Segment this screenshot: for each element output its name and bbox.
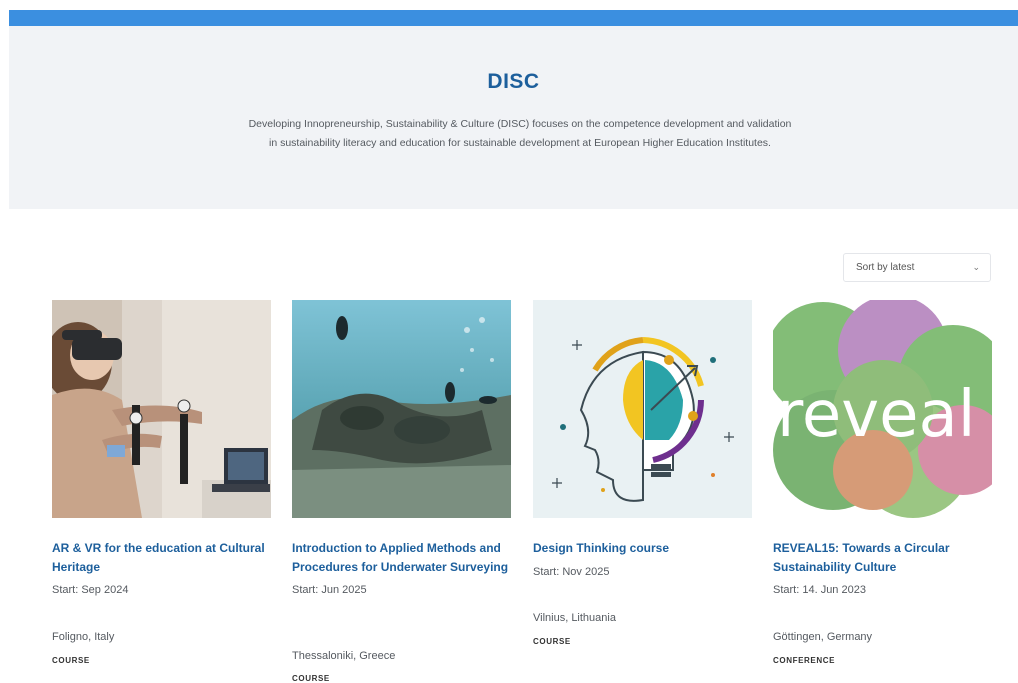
- page-description: Developing Innopreneurship, Sustainabili…: [248, 118, 792, 149]
- hero-section: DISC Developing Innopreneurship, Sustain…: [9, 26, 1018, 209]
- top-accent-bar: [9, 10, 1018, 26]
- card-location: Thessaloniki, Greece: [292, 650, 396, 662]
- event-card[interactable]: Design Thinking course Start: Nov 2025 V…: [533, 300, 752, 646]
- card-image-underwater[interactable]: [292, 300, 511, 518]
- card-start-date: Start: 14. Jun 2023: [773, 584, 866, 596]
- card-start-date: Start: Sep 2024: [52, 584, 129, 596]
- sort-dropdown[interactable]: Sort by latest ⌄: [843, 253, 991, 282]
- page-title: DISC: [487, 70, 540, 93]
- event-card[interactable]: reveal REVEAL15: Towards a Circular Sust…: [773, 300, 992, 665]
- reveal-logo-text: reveal: [777, 378, 976, 452]
- card-type-badge: COURSE: [533, 637, 571, 646]
- lightbulb-head-illustration: [533, 300, 752, 518]
- card-title[interactable]: REVEAL15: Towards a Circular Sustainabil…: [773, 539, 992, 576]
- card-title[interactable]: Introduction to Applied Methods and Proc…: [292, 539, 511, 576]
- card-title[interactable]: Design Thinking course: [533, 539, 752, 558]
- card-start-date: Start: Jun 2025: [292, 584, 367, 596]
- card-title[interactable]: AR & VR for the education at Cultural He…: [52, 539, 271, 576]
- card-image-design-thinking[interactable]: [533, 300, 752, 518]
- card-start-date: Start: Nov 2025: [533, 565, 610, 578]
- card-image-vr[interactable]: [52, 300, 271, 518]
- event-card[interactable]: Introduction to Applied Methods and Proc…: [292, 300, 511, 683]
- card-image-reveal[interactable]: reveal: [773, 300, 992, 518]
- card-location: Foligno, Italy: [52, 631, 115, 643]
- sort-selected-label: Sort by latest: [856, 262, 915, 273]
- event-card[interactable]: AR & VR for the education at Cultural He…: [52, 300, 271, 665]
- underwater-photo: [292, 300, 511, 518]
- card-type-badge: COURSE: [52, 656, 90, 665]
- card-location: Vilnius, Lithuania: [533, 612, 616, 624]
- chevron-down-icon: ⌄: [972, 262, 980, 272]
- card-type-badge: CONFERENCE: [773, 656, 836, 665]
- reveal-logo-image: reveal: [773, 300, 992, 518]
- vr-photo: [52, 300, 271, 518]
- card-location: Göttingen, Germany: [773, 631, 873, 643]
